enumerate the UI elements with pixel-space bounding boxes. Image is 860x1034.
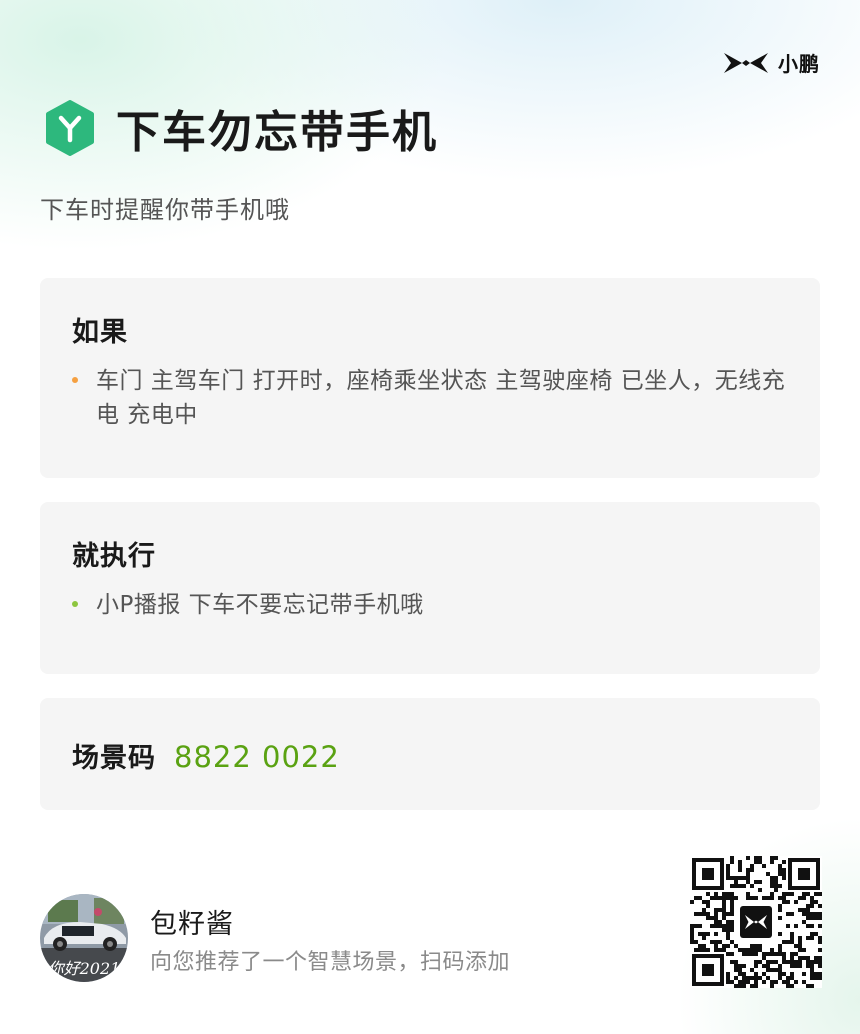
condition-text: 车门 主驾车门 打开时，座椅乘坐状态 主驾驶座椅 已坐人，无线充电 充电中 <box>96 368 786 428</box>
action-heading: 就执行 <box>72 541 156 572</box>
page-subtitle: 下车时提醒你带手机哦 <box>40 196 290 224</box>
qr-code[interactable] <box>690 856 822 988</box>
avatar[interactable]: 你好2021 <box>40 894 128 982</box>
xpeng-logo-icon <box>724 52 768 73</box>
scene-title-row: 下车勿忘带手机 <box>44 96 438 160</box>
action-card: 就执行 小P播报 下车不要忘记带手机哦 <box>40 502 820 674</box>
avatar-image: 你好2021 <box>40 894 128 982</box>
scene-hexagon-icon <box>46 100 94 156</box>
scene-code-card: 场景码 8822 0022 <box>40 698 820 810</box>
condition-item: 车门 主驾车门 打开时，座椅乘坐状态 主驾驶座椅 已坐人，无线充电 充电中 <box>72 364 792 432</box>
action-item: 小P播报 下车不要忘记带手机哦 <box>72 588 792 622</box>
scene-code-row: 场景码 8822 0022 <box>72 736 340 775</box>
condition-heading: 如果 <box>72 317 128 348</box>
page-title: 下车勿忘带手机 <box>116 107 438 158</box>
recommender-name: 包籽酱 <box>150 909 234 940</box>
recommender-description: 向您推荐了一个智慧场景，扫码添加 <box>150 950 511 975</box>
condition-card: 如果 车门 主驾车门 打开时，座椅乘坐状态 主驾驶座椅 已坐人，无线充电 充电中 <box>40 278 820 478</box>
brand-logo: 小鹏 <box>724 48 820 77</box>
action-text: 小P播报 下车不要忘记带手机哦 <box>96 592 424 618</box>
bullet-dot <box>72 601 78 607</box>
brand-name: 小鹏 <box>778 52 820 76</box>
qr-code-image <box>690 856 822 988</box>
scene-code-label: 场景码 <box>72 743 156 774</box>
scene-code-value: 8822 0022 <box>174 740 340 774</box>
bullet-dot <box>72 377 78 383</box>
